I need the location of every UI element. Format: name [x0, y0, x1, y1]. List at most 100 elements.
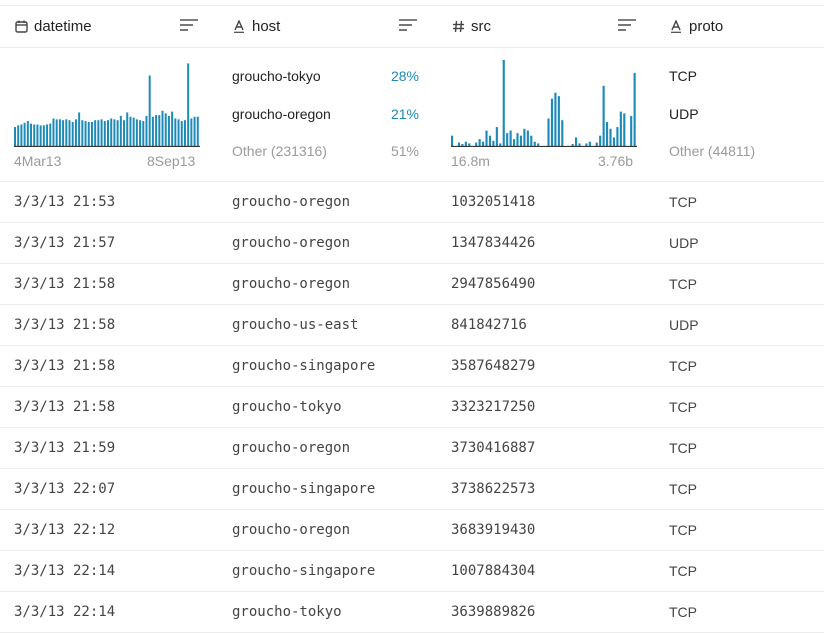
- table-row[interactable]: 3/3/13 22:14 groucho-singapore 1007884304 T…: [0, 551, 824, 592]
- src-histogram-bar: [547, 118, 550, 146]
- datetime-histogram-bar: [52, 118, 55, 146]
- calendar-icon: [14, 20, 28, 34]
- sort-icon[interactable]: [618, 18, 636, 32]
- datetime-histogram-bar: [49, 123, 52, 146]
- src-histogram-bar: [492, 140, 495, 146]
- datetime-histogram-bar: [100, 119, 103, 146]
- table-row[interactable]: 3/3/13 21:57 groucho-oregon 1347834426 UDP: [0, 223, 824, 264]
- datetime-histogram-bar: [68, 120, 71, 146]
- src-histogram-bar: [519, 135, 523, 146]
- cell-src: 1007884304: [451, 563, 536, 579]
- datetime-histogram-bar: [30, 123, 33, 146]
- cell-host: groucho-oregon: [232, 522, 351, 538]
- datetime-histogram-bar: [17, 125, 20, 146]
- datetime-histogram-bar: [145, 115, 148, 146]
- table-row[interactable]: 3/3/13 22:12 groucho-oregon 3683919430 TCP: [0, 510, 824, 551]
- src-histogram-bar: [475, 142, 478, 146]
- cell-datetime: 3/3/13 22:12: [14, 522, 116, 538]
- src-histogram-bar: [599, 135, 602, 146]
- cell-proto: UDP: [669, 235, 699, 251]
- src-histogram-bar: [502, 60, 505, 146]
- src-histogram-bar: [550, 98, 554, 146]
- datetime-min-label: 4Mar13: [14, 153, 62, 169]
- text-type-icon: [232, 20, 246, 34]
- hash-icon: [451, 20, 465, 34]
- cell-proto: TCP: [669, 563, 697, 579]
- cell-proto: TCP: [669, 358, 697, 374]
- cell-proto: TCP: [669, 481, 697, 497]
- datetime-histogram-bar: [94, 120, 97, 146]
- src-min-label: 16.8m: [451, 153, 490, 169]
- sort-icon[interactable]: [399, 18, 417, 32]
- cell-proto: TCP: [669, 522, 697, 538]
- datetime-histogram[interactable]: [14, 57, 200, 147]
- src-histogram-bar: [616, 127, 619, 146]
- src-histogram-bar: [575, 137, 578, 146]
- cell-src: 2947856490: [451, 276, 536, 292]
- table-row[interactable]: 3/3/13 22:07 groucho-singapore 3738622573 T…: [0, 469, 824, 510]
- src-histogram-bar: [499, 143, 502, 146]
- datetime-histogram-bar: [110, 118, 113, 146]
- host-category-name: groucho-oregon: [232, 106, 331, 122]
- table-row[interactable]: 3/3/13 21:58 groucho-singapore 3587648279 T…: [0, 346, 824, 387]
- datetime-histogram-bar: [23, 122, 26, 146]
- cell-datetime: 3/3/13 22:07: [14, 481, 116, 497]
- table-row[interactable]: 3/3/13 21:58 groucho-oregon 2947856490 TCP: [0, 264, 824, 305]
- table-row[interactable]: 3/3/13 21:58 groucho-us-east 841842716 UDP: [0, 305, 824, 346]
- cell-src: 3323217250: [451, 399, 536, 415]
- cell-host: groucho-singapore: [232, 563, 376, 579]
- src-histogram-bar: [513, 139, 516, 146]
- src-histogram-bar: [461, 144, 464, 146]
- column-label: src: [471, 18, 491, 35]
- cell-datetime: 3/3/13 21:57: [14, 235, 116, 251]
- host-category-name: groucho-tokyo: [232, 68, 321, 84]
- datetime-histogram-bar: [36, 124, 39, 146]
- datetime-histogram-bar: [46, 124, 49, 146]
- datetime-histogram-bar: [119, 115, 122, 146]
- src-histogram-bar: [478, 139, 481, 146]
- table-row[interactable]: 3/3/13 22:14 groucho-tokyo 3639889826 TCP: [0, 592, 824, 633]
- src-histogram-bar: [585, 143, 588, 146]
- cell-proto: TCP: [669, 440, 697, 456]
- src-histogram-bar: [488, 135, 492, 146]
- datetime-histogram-bar: [132, 117, 135, 146]
- host-other-pct: 51%: [390, 143, 419, 159]
- datetime-histogram-bar: [55, 119, 58, 146]
- table-row[interactable]: 3/3/13 21:58 groucho-tokyo 3323217250 TCP: [0, 387, 824, 428]
- datetime-histogram-bar: [39, 125, 42, 146]
- datetime-histogram-bar: [151, 116, 154, 146]
- datetime-histogram-bar: [81, 120, 84, 146]
- datetime-histogram-bar: [164, 113, 167, 146]
- src-histogram[interactable]: [451, 57, 637, 147]
- src-histogram-bar: [482, 141, 485, 146]
- datetime-histogram-bar: [84, 121, 87, 146]
- proto-category-name: TCP: [669, 68, 697, 84]
- cell-host: groucho-oregon: [232, 235, 351, 251]
- cell-host: groucho-us-east: [232, 317, 359, 333]
- column-header-datetime[interactable]: datetime: [14, 6, 92, 47]
- cell-src: 3730416887: [451, 440, 536, 456]
- src-histogram-bar: [609, 128, 612, 146]
- datetime-histogram-bar: [58, 119, 61, 146]
- datetime-histogram-bar: [78, 112, 81, 146]
- cell-datetime: 3/3/13 21:58: [14, 276, 116, 292]
- datetime-histogram-bar: [71, 121, 74, 146]
- cell-proto: UDP: [669, 317, 699, 333]
- datetime-histogram-bar: [113, 119, 116, 146]
- table-row[interactable]: 3/3/13 21:59 groucho-oregon 3730416887 TCP: [0, 428, 824, 469]
- src-histogram-bar: [623, 113, 626, 146]
- datetime-histogram-bar: [123, 120, 126, 146]
- table-row[interactable]: 3/3/13 21:53 groucho-oregon 1032051418 TCP: [0, 182, 824, 223]
- cell-datetime: 3/3/13 21:58: [14, 399, 116, 415]
- column-header-host[interactable]: host: [232, 6, 280, 47]
- datetime-histogram-bar: [116, 120, 119, 146]
- src-histogram-bar: [495, 127, 498, 146]
- sort-icon[interactable]: [180, 18, 198, 32]
- datetime-histogram-bar: [65, 119, 68, 146]
- cell-src: 841842716: [451, 317, 527, 333]
- datetime-histogram-bar: [196, 116, 199, 146]
- src-histogram-bar: [606, 121, 609, 146]
- column-header-proto[interactable]: proto: [669, 6, 723, 47]
- column-header-src[interactable]: src: [451, 6, 491, 47]
- datetime-histogram-bar: [158, 115, 161, 146]
